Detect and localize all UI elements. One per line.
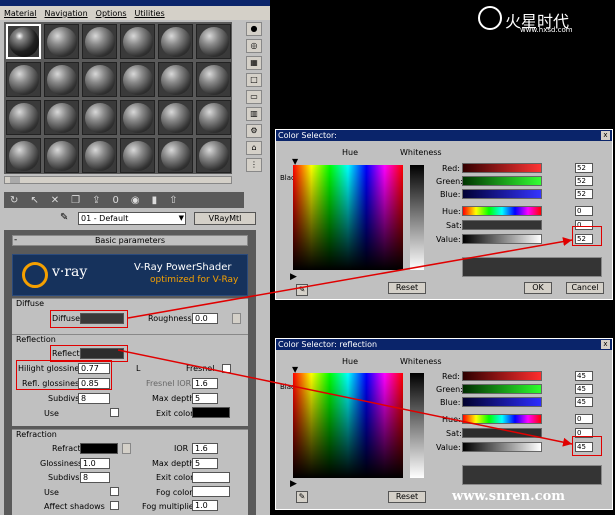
- arrow-reflect-to-cs2: [117, 349, 573, 447]
- watermark: www.snren.com: [452, 489, 566, 504]
- arrow-diffuse-to-cs1: [127, 237, 573, 319]
- annotation-arrows: [117, 237, 573, 447]
